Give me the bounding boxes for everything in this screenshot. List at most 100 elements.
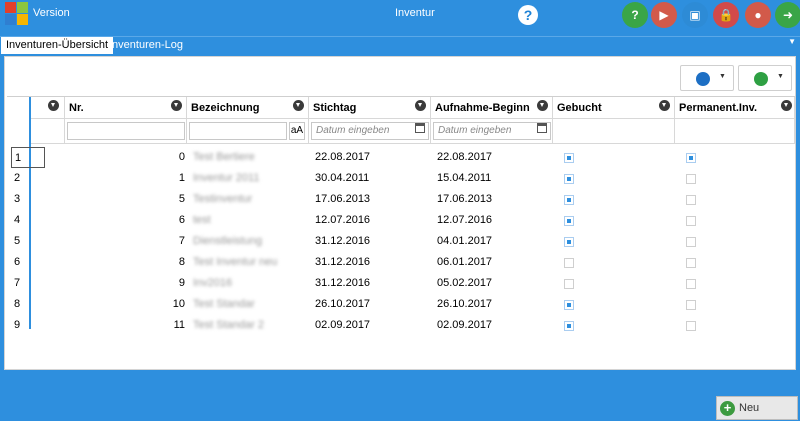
filter-icon[interactable] [293, 100, 304, 111]
header-stichtag[interactable]: Stichtag [309, 97, 431, 119]
filter-cell-gebucht [553, 119, 675, 144]
permanent-checkbox[interactable] [686, 237, 696, 247]
cell-stichtag: 30.04.2011 [315, 172, 370, 184]
gebucht-checkbox[interactable] [564, 237, 574, 247]
cell-stichtag: 31.12.2016 [315, 256, 371, 268]
version-label[interactable]: Version [33, 7, 70, 19]
filter-icon[interactable] [537, 100, 548, 111]
help-button[interactable]: ? [622, 2, 648, 28]
tab-inventuren-log[interactable]: Inventuren-Log [104, 37, 188, 54]
filter-input-bezeichnung[interactable] [189, 122, 287, 140]
row-number[interactable]: 7 [11, 273, 45, 294]
calendar-icon[interactable] [537, 123, 547, 133]
filter-cell-stichtag: Datum eingeben [309, 119, 431, 144]
cell-aufnahme-beginn: 04.01.2017 [437, 235, 493, 247]
user-button[interactable]: ● [745, 2, 771, 28]
permanent-checkbox[interactable] [686, 174, 696, 184]
row-number[interactable]: 1 [11, 147, 45, 168]
filter-input-aufnahme[interactable]: Datum eingeben [433, 122, 551, 140]
column-label-permanent: Permanent.Inv. [679, 102, 758, 114]
cell-stichtag: 31.12.2016 [315, 235, 371, 247]
permanent-checkbox[interactable] [686, 279, 696, 289]
table-row[interactable]: 5 7 Dienstleistung 31.12.2016 04.01.2017 [14, 231, 795, 252]
row-number[interactable]: 2 [11, 168, 45, 189]
gebucht-checkbox[interactable] [564, 321, 574, 331]
permanent-checkbox[interactable] [686, 195, 696, 205]
cell-stichtag: 31.12.2016 [315, 277, 371, 289]
header-nr[interactable]: Nr. [65, 97, 187, 119]
filter-cell-permanent [675, 119, 795, 144]
gebucht-checkbox[interactable] [564, 279, 574, 289]
dropdown-arrow-icon: ▼ [777, 73, 784, 80]
window-title: Inventur [395, 7, 435, 19]
header-permanent-inv[interactable]: Permanent.Inv. [675, 97, 795, 119]
table-row[interactable]: 2 1 Inventur 2011 30.04.2011 15.04.2011 [14, 168, 795, 189]
gebucht-checkbox[interactable] [564, 195, 574, 205]
header-bezeichnung[interactable]: Bezeichnung [187, 97, 309, 119]
table-row[interactable]: 7 9 Inv2016 31.12.2016 05.02.2017 [14, 273, 795, 294]
title-bar: Version Inventur ? ? ▶ ▣ 🔒 ● ➜ [0, 0, 800, 28]
cell-stichtag: 26.10.2017 [315, 298, 371, 310]
permanent-checkbox[interactable] [686, 216, 696, 226]
header-gebucht[interactable]: Gebucht [553, 97, 675, 119]
tab-bar: Inventuren-Übersicht Inventuren-Log ▼ [0, 28, 800, 56]
gebucht-checkbox[interactable] [564, 174, 574, 184]
gebucht-checkbox[interactable] [564, 216, 574, 226]
table-row[interactable]: 9 11 Test Standar 2 02.09.2017 02.09.2017 [14, 315, 795, 336]
row-number[interactable]: 8 [11, 294, 45, 315]
header-aufnahme-beginn[interactable]: Aufnahme-Beginn [431, 97, 553, 119]
permanent-checkbox[interactable] [686, 321, 696, 331]
filter-icon[interactable] [48, 100, 59, 111]
calendar-icon[interactable] [415, 123, 425, 133]
filter-cell-rownum [31, 119, 65, 144]
table-row[interactable]: 8 10 Test Standar 26.10.2017 26.10.2017 [14, 294, 795, 315]
logo-tile-yellow [17, 14, 28, 25]
app-logo-icon [5, 2, 29, 26]
logo-tile-green [17, 2, 28, 13]
presentation-icon: ▶ [659, 8, 669, 22]
filter-input-nr[interactable] [67, 122, 185, 140]
cell-nr: 11 [173, 319, 185, 331]
screen-button[interactable]: ▣ [682, 2, 708, 28]
filter-icon[interactable] [171, 100, 182, 111]
cell-aufnahme-beginn: 17.06.2013 [437, 193, 493, 205]
gebucht-checkbox[interactable] [564, 153, 574, 163]
column-label-stichtag: Stichtag [313, 102, 357, 114]
tab-menu-chevron-icon[interactable]: ▼ [788, 37, 796, 46]
table-row[interactable]: 3 5 Testinventur 17.06.2013 17.06.2013 [14, 189, 795, 210]
export-dropdown-button[interactable]: ▼ [738, 65, 792, 91]
media-button[interactable]: ▶ [651, 2, 677, 28]
row-number[interactable]: 4 [11, 210, 45, 231]
filter-cell-nr [65, 119, 187, 144]
help-circle-icon[interactable]: ? [518, 5, 538, 25]
filter-icon[interactable] [659, 100, 670, 111]
header-rownum[interactable] [31, 97, 65, 119]
cell-aufnahme-beginn: 26.10.2017 [437, 298, 493, 310]
tab-inventuren-uebersicht[interactable]: Inventuren-Übersicht [1, 37, 114, 54]
cell-bezeichnung: Test Bertiere [193, 151, 255, 163]
permanent-checkbox[interactable] [686, 153, 696, 163]
cell-aufnahme-beginn: 15.04.2011 [437, 172, 492, 184]
row-number[interactable]: 5 [11, 231, 45, 252]
table-row[interactable]: 6 8 Test Inventur neu 31.12.2016 06.01.2017 [14, 252, 795, 273]
print-dropdown-button[interactable]: ▼ [680, 65, 734, 91]
gebucht-checkbox[interactable] [564, 258, 574, 268]
filter-icon[interactable] [781, 100, 792, 111]
exit-button[interactable]: ➜ [775, 2, 800, 28]
new-button[interactable]: + Neu [716, 396, 798, 420]
lock-button[interactable]: 🔒 [713, 2, 739, 28]
table-row[interactable]: 1 0 Test Bertiere 22.08.2017 22.08.2017 [11, 147, 795, 168]
permanent-checkbox[interactable] [686, 258, 696, 268]
question-icon: ? [631, 8, 639, 22]
filter-input-stichtag[interactable]: Datum eingeben [311, 122, 429, 140]
cell-stichtag: 12.07.2016 [315, 214, 371, 226]
gebucht-checkbox[interactable] [564, 300, 574, 310]
row-number[interactable]: 6 [11, 252, 45, 273]
row-number[interactable]: 3 [11, 189, 45, 210]
row-number[interactable]: 9 [11, 315, 45, 336]
export-icon [754, 72, 768, 86]
case-toggle-button[interactable]: aA [289, 122, 305, 140]
table-row[interactable]: 4 6 test 12.07.2016 12.07.2016 [14, 210, 795, 231]
permanent-checkbox[interactable] [686, 300, 696, 310]
filter-icon[interactable] [415, 100, 426, 111]
